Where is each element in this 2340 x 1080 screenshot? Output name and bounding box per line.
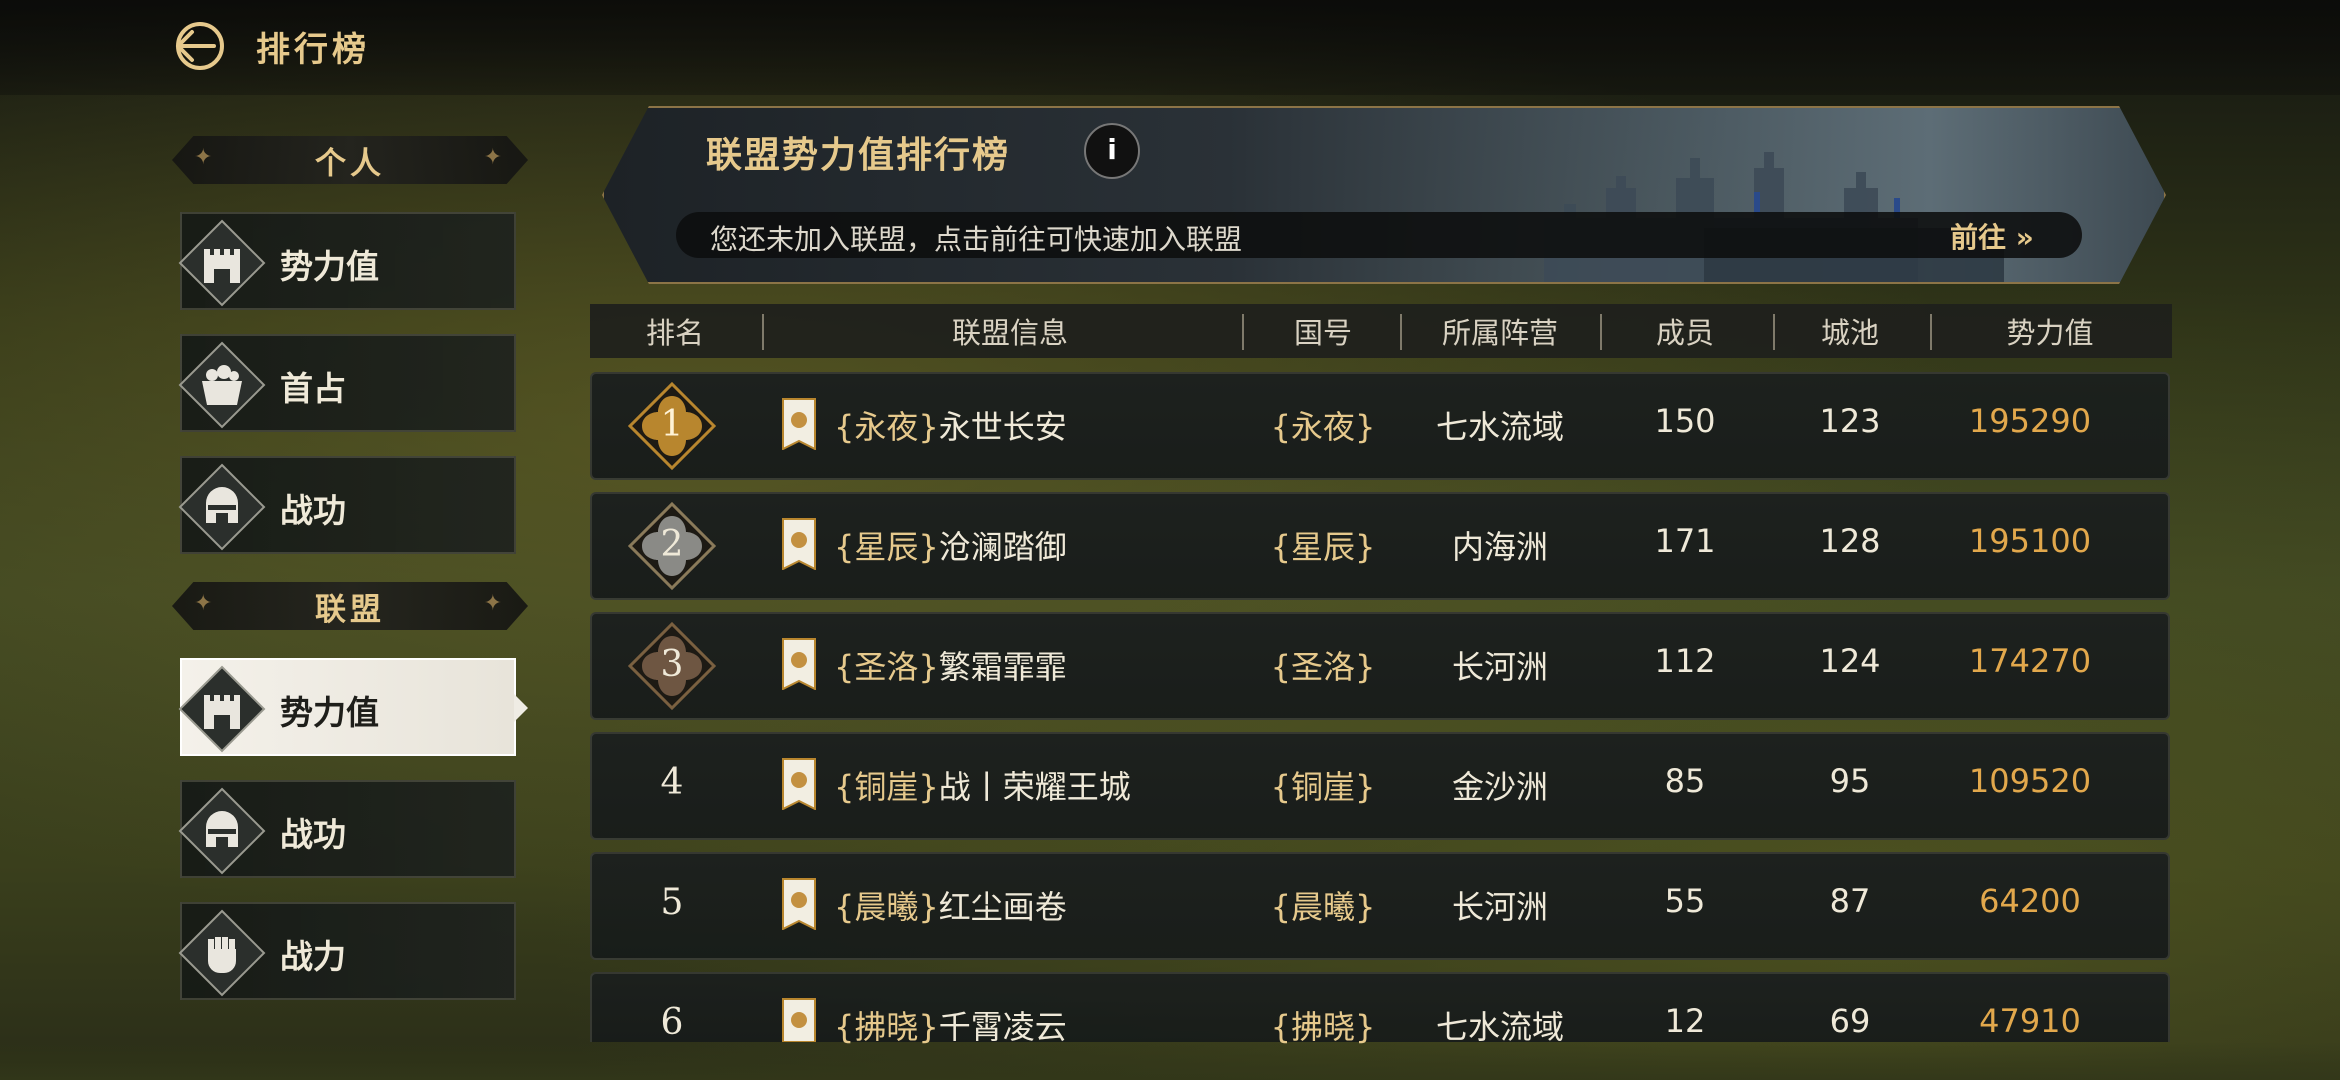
goto-button[interactable]: 前往 » [1950, 216, 2034, 256]
nation-cell: {晨曦} [1270, 888, 1376, 926]
power-cell: 64200 [1979, 882, 2081, 920]
back-arrow-icon[interactable] [170, 18, 226, 74]
fist-icon [178, 909, 266, 997]
treasure-icon [178, 341, 266, 429]
alliance-tag: {铜崖} [834, 768, 939, 806]
alliance-tag: {星辰} [834, 528, 939, 566]
sidebar-item-label: 战力 [280, 937, 346, 976]
nation-cell: {圣洛} [1270, 648, 1376, 686]
power-cell: 47910 [1979, 1002, 2081, 1040]
header-divider [1600, 314, 1602, 350]
header-camp: 所属阵营 [1441, 316, 1558, 350]
header-nation: 国号 [1293, 316, 1352, 350]
camp-cell: 长河洲 [1451, 888, 1548, 926]
alliance-flag-icon [782, 398, 816, 450]
join-alliance-text: 您还未加入联盟，点击前往可快速加入联盟 [710, 223, 1243, 256]
alliance-name: 战丨荣耀王城 [938, 768, 1131, 806]
header-divider [1400, 314, 1402, 350]
camp-cell: 七水流域 [1435, 408, 1564, 446]
helmet-icon [178, 463, 266, 551]
header-divider [1773, 314, 1775, 350]
section-header-personal: 个人 [172, 136, 528, 184]
sidebar-item-label: 战功 [280, 815, 346, 854]
alliance-info[interactable]: {星辰}沧澜踏御 [834, 522, 1067, 568]
header-alliance-info: 联盟信息 [951, 316, 1068, 350]
sidebar-item-alliance-strength[interactable]: 战力 [178, 902, 516, 1000]
nation-cell: {星辰} [1270, 528, 1376, 566]
cities-cell: 69 [1829, 1002, 1871, 1040]
alliance-name: 繁霜霏霏 [938, 648, 1067, 686]
castle-icon [178, 665, 266, 753]
cities-cell: 95 [1829, 762, 1871, 800]
alliance-flag-icon [782, 758, 816, 810]
power-cell: 109520 [1968, 762, 2092, 800]
header-divider [1930, 314, 1932, 350]
nation-cell: {永夜} [1270, 408, 1376, 446]
nation-cell: {铜崖} [1270, 768, 1376, 806]
sidebar-item-label: 势力值 [280, 693, 379, 732]
alliance-tag: {晨曦} [834, 888, 939, 926]
power-cell: 195290 [1968, 402, 2092, 440]
cities-cell: 123 [1819, 402, 1881, 440]
members-cell: 150 [1654, 402, 1716, 440]
section-header-alliance: 联盟 [172, 582, 528, 630]
camp-cell: 内海洲 [1451, 528, 1548, 566]
sidebar-item-personal-merit[interactable]: 战功 [178, 456, 516, 554]
rank-number: 2 [660, 524, 684, 565]
members-cell: 55 [1664, 882, 1706, 920]
cities-cell: 128 [1819, 522, 1881, 560]
header-rank: 排名 [645, 316, 704, 350]
sidebar-item-label: 首占 [280, 369, 346, 408]
alliance-flag-icon [782, 518, 816, 570]
alliance-name: 红尘画卷 [938, 888, 1067, 926]
sidebar-item-first-occupy[interactable]: 首占 [178, 334, 516, 432]
members-cell: 85 [1664, 762, 1706, 800]
alliance-name: 千霄凌云 [938, 1008, 1067, 1046]
bottom-fade [0, 1042, 2340, 1080]
header-divider [1242, 314, 1244, 350]
rank-number: 1 [660, 404, 684, 445]
alliance-name: 永世长安 [938, 408, 1067, 446]
sidebar-item-alliance-power[interactable]: 势力值 [178, 658, 528, 756]
alliance-info[interactable]: {圣洛}繁霜霏霏 [834, 642, 1067, 688]
alliance-tag: {永夜} [834, 408, 939, 446]
banner-title: 联盟势力值排行榜 [706, 135, 1011, 176]
rank-number: 5 [660, 882, 684, 923]
header-cities: 城池 [1820, 316, 1879, 350]
sidebar-item-alliance-merit[interactable]: 战功 [178, 780, 516, 878]
rank-number: 6 [660, 1002, 684, 1043]
members-cell: 171 [1654, 522, 1716, 560]
members-cell: 12 [1664, 1002, 1706, 1040]
castle-icon [178, 219, 266, 307]
alliance-tag: {圣洛} [834, 648, 939, 686]
sidebar-item-label: 势力值 [280, 247, 379, 286]
page-title: 排行榜 [256, 30, 370, 70]
camp-cell: 金沙洲 [1451, 768, 1548, 806]
power-cell: 195100 [1968, 522, 2092, 560]
sidebar-item-label: 战功 [280, 491, 346, 530]
alliance-info[interactable]: {铜崖}战丨荣耀王城 [834, 762, 1131, 808]
alliance-name: 沧澜踏御 [938, 528, 1067, 566]
alliance-flag-icon [782, 998, 816, 1042]
power-cell: 174270 [1968, 642, 2092, 680]
alliance-flag-icon [782, 638, 816, 690]
alliance-flag-icon [782, 878, 816, 930]
rank-number: 4 [660, 762, 684, 803]
cities-cell: 124 [1819, 642, 1881, 680]
info-icon[interactable]: i [1084, 123, 1140, 179]
alliance-tag: {拂晓} [834, 1008, 939, 1046]
header-power: 势力值 [2006, 316, 2094, 350]
header-members: 成员 [1655, 316, 1714, 350]
alliance-info[interactable]: {永夜}永世长安 [834, 402, 1067, 448]
helmet-icon [178, 787, 266, 875]
sidebar-item-personal-power[interactable]: 势力值 [178, 212, 516, 310]
camp-cell: 长河洲 [1451, 648, 1548, 686]
rank-number: 3 [660, 644, 684, 685]
alliance-info[interactable]: {晨曦}红尘画卷 [834, 882, 1067, 928]
cities-cell: 87 [1829, 882, 1871, 920]
members-cell: 112 [1654, 642, 1716, 680]
header-divider [762, 314, 764, 350]
